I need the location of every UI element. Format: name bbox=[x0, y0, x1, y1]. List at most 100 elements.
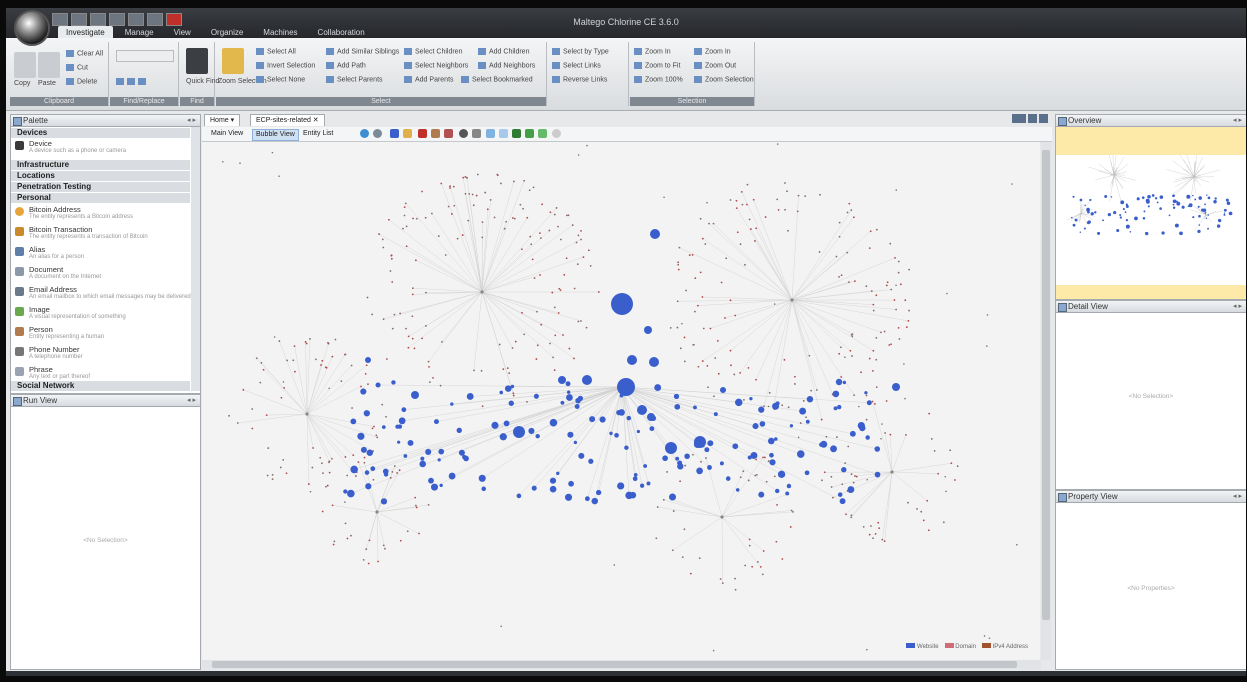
graph-node[interactable] bbox=[907, 501, 909, 504]
graph-node[interactable] bbox=[693, 405, 697, 410]
graph-node[interactable] bbox=[279, 466, 282, 469]
graph-node[interactable] bbox=[568, 480, 574, 487]
graph-node[interactable] bbox=[496, 173, 499, 176]
transform-arrow-icon[interactable] bbox=[525, 129, 534, 138]
graph-node[interactable] bbox=[739, 243, 742, 246]
graph-node[interactable] bbox=[875, 294, 878, 297]
graph-node[interactable] bbox=[796, 210, 799, 213]
graph-node[interactable] bbox=[575, 241, 578, 244]
graph-node[interactable] bbox=[557, 225, 559, 228]
graph-node[interactable] bbox=[294, 370, 296, 373]
graph-node[interactable] bbox=[830, 475, 833, 478]
graph-node[interactable] bbox=[643, 464, 648, 468]
graph-node[interactable] bbox=[466, 393, 474, 400]
restore-button-icon[interactable] bbox=[1039, 114, 1048, 123]
graph-node[interactable] bbox=[589, 264, 592, 267]
graph-node[interactable] bbox=[312, 447, 314, 449]
graph-node[interactable] bbox=[433, 419, 439, 425]
layout-button-icon[interactable] bbox=[1012, 114, 1026, 123]
graph-node[interactable] bbox=[763, 405, 765, 408]
graph-node[interactable] bbox=[787, 229, 789, 232]
interactive-layout-icon[interactable] bbox=[499, 129, 508, 138]
graph-node[interactable] bbox=[382, 246, 385, 249]
invert-selection-button[interactable]: Invert Selection bbox=[256, 62, 315, 69]
graph-node[interactable] bbox=[944, 475, 947, 478]
graph-node[interactable] bbox=[773, 475, 776, 478]
graph-svg[interactable] bbox=[202, 142, 1040, 660]
graph-node[interactable] bbox=[694, 277, 697, 280]
graph-node[interactable] bbox=[321, 510, 324, 513]
graph-node[interactable] bbox=[584, 496, 590, 502]
graph-node[interactable] bbox=[402, 227, 404, 230]
graph-node[interactable] bbox=[589, 416, 596, 423]
graph-node[interactable] bbox=[740, 190, 743, 193]
graph-node[interactable] bbox=[567, 431, 574, 438]
graph-node[interactable] bbox=[391, 380, 396, 385]
graph-node[interactable] bbox=[881, 538, 884, 541]
graph-node[interactable] bbox=[724, 317, 726, 319]
graph-node[interactable] bbox=[391, 281, 394, 283]
graph-node[interactable] bbox=[366, 296, 369, 299]
graph-node[interactable] bbox=[401, 407, 407, 413]
graph-node[interactable] bbox=[758, 406, 765, 413]
graph-node[interactable] bbox=[360, 388, 367, 395]
graph-node[interactable] bbox=[846, 251, 849, 254]
graph-node[interactable] bbox=[649, 426, 655, 432]
graph-node[interactable] bbox=[382, 544, 385, 547]
graph-node[interactable] bbox=[862, 525, 865, 528]
graph-node[interactable] bbox=[491, 421, 499, 429]
graph-node[interactable] bbox=[632, 476, 638, 482]
graph-node[interactable] bbox=[775, 488, 780, 494]
graph-node[interactable] bbox=[464, 192, 467, 195]
graph-node[interactable] bbox=[866, 478, 869, 481]
graph-node[interactable] bbox=[278, 175, 280, 177]
graph-node[interactable] bbox=[644, 326, 652, 334]
graph-node[interactable] bbox=[340, 380, 343, 383]
graph-node[interactable] bbox=[328, 461, 330, 464]
graph-node[interactable] bbox=[733, 373, 736, 376]
graph-node[interactable] bbox=[683, 528, 686, 531]
find-options-icons[interactable] bbox=[116, 78, 149, 85]
graph-node[interactable] bbox=[754, 474, 757, 477]
application-menu-button[interactable] bbox=[14, 10, 50, 46]
graph-node[interactable] bbox=[870, 525, 872, 527]
graph-node[interactable] bbox=[222, 161, 224, 163]
graph-node[interactable] bbox=[236, 422, 239, 424]
graph-node[interactable] bbox=[322, 472, 324, 475]
graph-node[interactable] bbox=[786, 483, 792, 489]
graph-node[interactable] bbox=[946, 292, 948, 295]
graph-node[interactable] bbox=[351, 407, 353, 409]
graph-canvas[interactable]: Website Domain IPv4 Address bbox=[202, 142, 1040, 660]
select-all-button[interactable]: Select All bbox=[256, 48, 296, 55]
graph-node[interactable] bbox=[271, 478, 274, 481]
graph-node[interactable] bbox=[837, 404, 842, 410]
graph-node[interactable] bbox=[468, 192, 471, 195]
graph-node[interactable] bbox=[684, 464, 687, 467]
panel-controls-icon[interactable]: ◂ ▸ bbox=[1233, 115, 1242, 126]
bubble-icon[interactable] bbox=[486, 129, 495, 138]
graph-node[interactable] bbox=[700, 460, 702, 463]
graph-node[interactable] bbox=[797, 194, 800, 197]
graph-node[interactable] bbox=[292, 359, 295, 362]
graph-node[interactable] bbox=[835, 436, 838, 438]
graph-node[interactable] bbox=[704, 447, 710, 453]
graph-node[interactable] bbox=[553, 306, 556, 309]
graph-node[interactable] bbox=[730, 364, 732, 367]
graph-node[interactable] bbox=[712, 222, 715, 225]
graph-node[interactable] bbox=[709, 327, 712, 330]
graph-node[interactable] bbox=[367, 562, 370, 565]
graph-node[interactable] bbox=[577, 320, 580, 323]
graph-node[interactable] bbox=[866, 648, 868, 651]
graph-node[interactable] bbox=[432, 376, 434, 379]
graph-node[interactable] bbox=[498, 343, 501, 346]
graph-node[interactable] bbox=[439, 384, 442, 387]
graph-node[interactable] bbox=[848, 202, 851, 205]
graph-node[interactable] bbox=[858, 405, 860, 408]
graph-node[interactable] bbox=[708, 222, 710, 225]
graph-node[interactable] bbox=[790, 509, 793, 512]
graph-node[interactable] bbox=[749, 396, 753, 401]
more-options-icon[interactable] bbox=[552, 129, 561, 138]
graph-node[interactable] bbox=[328, 387, 330, 390]
graph-node[interactable] bbox=[549, 342, 551, 345]
graph-node[interactable] bbox=[398, 417, 406, 425]
